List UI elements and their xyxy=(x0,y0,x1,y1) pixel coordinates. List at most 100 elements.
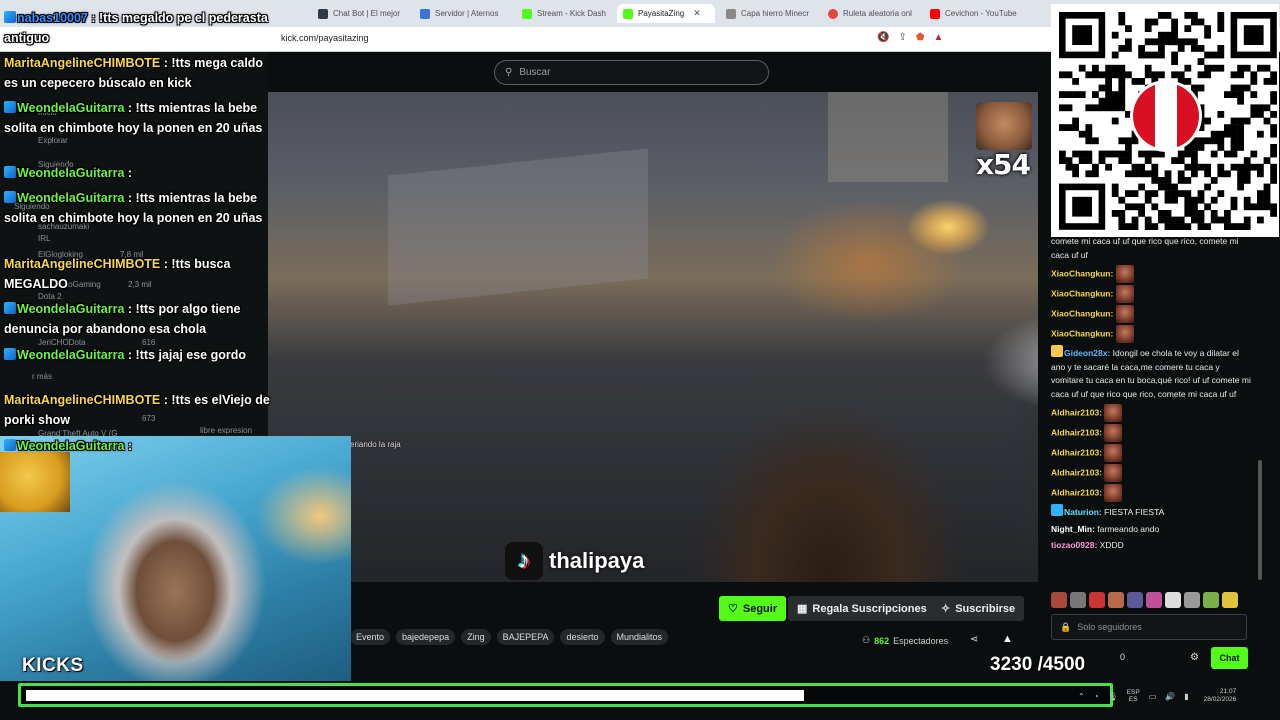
qr-module xyxy=(1224,124,1231,131)
qr-module xyxy=(1191,196,1198,204)
tag-chip[interactable]: bajedepepa xyxy=(396,629,456,645)
chat-username[interactable]: Aldhair2103: xyxy=(1051,447,1102,457)
qr-module xyxy=(1197,196,1205,204)
qr-module xyxy=(1184,163,1192,171)
emote-picker-icon[interactable] xyxy=(1222,592,1238,608)
video-player[interactable] xyxy=(268,92,1038,582)
clock[interactable]: 21:07 28/02/2026 xyxy=(1204,688,1237,704)
kicks-balance[interactable]: 0 xyxy=(1120,652,1125,662)
qr-module xyxy=(1072,170,1079,178)
qr-module xyxy=(1118,104,1126,112)
tab-kick-dashboard[interactable]: Stream - Kick Dash xyxy=(516,4,616,23)
qr-module xyxy=(1197,58,1205,65)
emote-picker-icon[interactable] xyxy=(1165,592,1181,608)
battery-icon[interactable]: ▮ xyxy=(1184,692,1188,701)
qr-module xyxy=(1250,91,1258,98)
qr-module xyxy=(1125,38,1132,46)
chat-username[interactable]: Aldhair2103: xyxy=(1051,427,1102,437)
screen: Chat Bot | El mejor Servidor | Aternos S… xyxy=(0,0,1280,720)
tab-ruleta[interactable]: Ruleta aleatoria onl xyxy=(822,4,922,23)
mute-icon[interactable]: 🔇 xyxy=(877,32,889,43)
tag-chip[interactable]: desierto xyxy=(560,629,605,645)
chat-username[interactable]: Gideon28x: xyxy=(1064,348,1110,358)
tab-chat-bot[interactable]: Chat Bot | El mejor xyxy=(312,4,412,23)
flag-stripe xyxy=(1177,83,1199,149)
brave-shield-icon[interactable]: ⬟ xyxy=(916,32,925,43)
chevron-up-icon[interactable]: ⌃ xyxy=(1078,692,1085,701)
qr-module xyxy=(1270,163,1277,171)
qr-module xyxy=(1230,130,1238,138)
tag-chip[interactable]: Zing xyxy=(461,629,491,645)
emote-picker-icon[interactable] xyxy=(1070,592,1086,608)
tab-youtube[interactable]: Cevichon - YouTube xyxy=(924,4,1024,23)
gift-subs-button[interactable]: ▦ Regala Suscripciones xyxy=(788,596,936,621)
search-input[interactable]: ⚲ Buscar xyxy=(494,60,769,85)
qr-module xyxy=(1270,78,1277,85)
gear-icon[interactable]: ⚙ xyxy=(1190,652,1199,663)
follow-button[interactable]: ♡ Seguir xyxy=(719,596,787,621)
emote-picker-icon[interactable] xyxy=(1051,592,1067,608)
tab-payasitazing[interactable]: PayasitaZing ✕ xyxy=(617,4,715,23)
system-tray: ⌃ ◔ 🎙 ESP ES ▭ 🔊 ▮ 21:07 28/02/2026 xyxy=(1078,683,1278,709)
qr-module xyxy=(1177,216,1185,224)
qr-module xyxy=(1151,38,1159,46)
qr-module xyxy=(1177,45,1185,52)
chat-username[interactable]: XiaoChangkun: xyxy=(1051,308,1113,318)
emote-picker-icon[interactable] xyxy=(1146,592,1162,608)
chat-username[interactable]: XiaoChangkun: xyxy=(1051,328,1113,338)
qr-module xyxy=(1263,78,1271,85)
chat-text: FIESTA FIESTA xyxy=(1104,507,1165,517)
goal-total: /4500 xyxy=(1037,654,1086,675)
qr-module xyxy=(1197,210,1205,217)
subscribe-button[interactable]: ✧ Suscribirse xyxy=(932,596,1025,621)
emote-picker-icon[interactable] xyxy=(1203,592,1219,608)
share-icon[interactable]: ⋖ xyxy=(970,634,978,645)
headset-icon[interactable]: ◔ xyxy=(1094,692,1099,701)
chat-username[interactable]: Aldhair2103: xyxy=(1051,407,1102,417)
share-icon[interactable]: ⇪ xyxy=(898,32,906,43)
chat-message: Night_Min: farmeando ando xyxy=(1045,523,1260,537)
chat-username[interactable]: Naturion: xyxy=(1064,507,1102,517)
language-indicator[interactable]: ESP ES xyxy=(1127,689,1140,703)
tab-minecraft[interactable]: Capa hierro Minecr xyxy=(720,4,820,23)
tab-aternos[interactable]: Servidor | Aternos xyxy=(414,4,514,23)
send-chat-button[interactable]: Chat xyxy=(1211,647,1248,669)
qr-module xyxy=(1125,111,1132,118)
qr-module xyxy=(1065,104,1073,112)
chat-username[interactable]: Night_Min: xyxy=(1051,524,1095,534)
chat-username[interactable]: tiozao0928: xyxy=(1051,540,1097,550)
volume-icon[interactable]: 🔊 xyxy=(1165,692,1175,701)
qr-module xyxy=(1059,71,1066,79)
emote-picker-icon[interactable] xyxy=(1089,592,1105,608)
qr-module xyxy=(1177,157,1185,164)
chat-input-placeholder: Solo seguidores xyxy=(1077,622,1142,632)
chat-username[interactable]: XiaoChangkun: xyxy=(1051,288,1113,298)
microphone-icon[interactable]: 🎙 xyxy=(1108,692,1118,701)
url-text[interactable]: kick.com/payasitazing xyxy=(281,33,369,43)
qr-module xyxy=(1059,104,1066,112)
close-tab-icon[interactable]: ✕ xyxy=(693,8,701,19)
tag-chip[interactable]: Mundialitos xyxy=(610,629,669,645)
chat-message: Aldhair2103: xyxy=(1045,484,1260,502)
chat-scrollbar[interactable] xyxy=(1258,460,1262,580)
chat-input[interactable]: 🔒 Solo seguidores xyxy=(1051,614,1247,640)
report-icon[interactable]: ▲ xyxy=(1002,633,1013,645)
tag-chip[interactable]: BAJEPEPA xyxy=(496,629,555,645)
platform-badge-icon xyxy=(4,101,16,113)
qr-module xyxy=(1243,203,1251,211)
tag-chip[interactable]: Evento xyxy=(350,629,391,645)
overlay-chat-message: MaritaAngelineCHIMBOTE : !tts busca MEGA… xyxy=(4,254,272,294)
qr-module xyxy=(1184,190,1192,197)
chat-username[interactable]: Aldhair2103: xyxy=(1051,487,1102,497)
chat-message: Aldhair2103: xyxy=(1045,404,1260,422)
chat-username[interactable]: XiaoChangkun: xyxy=(1051,268,1113,278)
rewards-icon[interactable]: ▲ xyxy=(934,32,944,43)
emote-picker-icon[interactable] xyxy=(1184,592,1200,608)
qr-module xyxy=(1217,170,1225,178)
emote-picker-icon[interactable] xyxy=(1127,592,1143,608)
qr-module xyxy=(1237,137,1244,145)
emote-picker-icon[interactable] xyxy=(1108,592,1124,608)
chat-username[interactable]: Aldhair2103: xyxy=(1051,467,1102,477)
qr-module xyxy=(1164,216,1172,224)
network-icon[interactable]: ▭ xyxy=(1149,692,1157,701)
